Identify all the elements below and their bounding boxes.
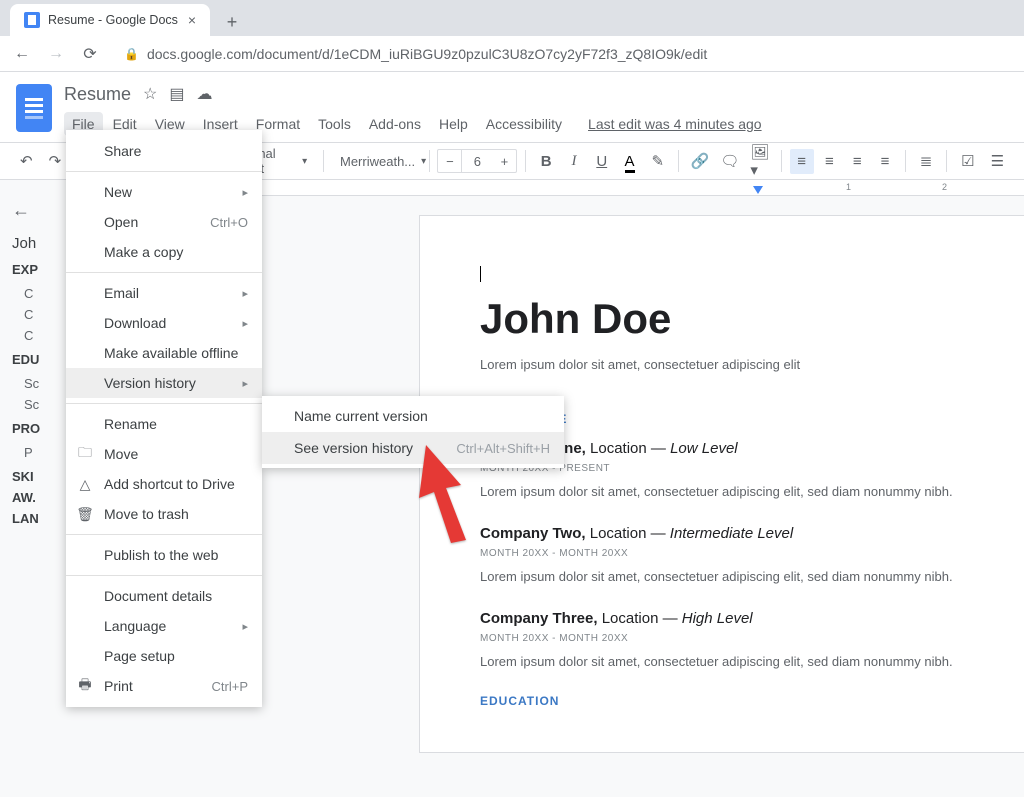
docs-favicon-icon xyxy=(24,12,40,28)
file-details[interactable]: Document details xyxy=(66,581,262,611)
align-justify-icon[interactable]: ≡ xyxy=(873,149,897,174)
file-email[interactable]: Email▸ xyxy=(66,278,262,308)
file-offline[interactable]: Make available offline xyxy=(66,338,262,368)
last-edit-link[interactable]: Last edit was 4 minutes ago xyxy=(588,116,762,132)
url-text: docs.google.com/document/d/1eCDM_iuRiBGU… xyxy=(147,46,707,62)
lock-icon: 🔒 xyxy=(124,47,139,61)
close-tab-icon[interactable]: × xyxy=(188,12,196,28)
browser-tabstrip: Resume - Google Docs × + xyxy=(0,0,1024,36)
trash-icon: 🗑 xyxy=(76,506,94,523)
text-color-icon[interactable]: A xyxy=(618,149,642,174)
chevron-right-icon: ▸ xyxy=(242,317,248,330)
drive-shortcut-icon: △ xyxy=(76,476,94,493)
file-rename[interactable]: Rename xyxy=(66,409,262,439)
text-cursor xyxy=(480,266,481,282)
font-size-value[interactable]: 6 xyxy=(462,154,492,169)
file-version-history[interactable]: Version history▸ xyxy=(66,368,262,398)
back-icon[interactable]: ← xyxy=(12,45,32,63)
insert-image-icon[interactable]: 🖼▾ xyxy=(747,139,773,183)
menu-help[interactable]: Help xyxy=(431,112,476,136)
line-spacing-icon[interactable]: ≣ xyxy=(914,148,939,174)
decrease-font-icon[interactable]: − xyxy=(438,150,462,172)
version-history-submenu: Name current version See version history… xyxy=(262,396,564,468)
undo-icon[interactable]: ↶ xyxy=(14,148,39,174)
docs-header: Resume ☆ ▤ ☁ File Edit View Insert Forma… xyxy=(0,72,1024,136)
print-icon: 🖶 xyxy=(76,674,94,698)
name-current-version[interactable]: Name current version xyxy=(262,400,564,432)
file-trash[interactable]: 🗑Move to trash xyxy=(66,499,262,529)
see-version-history[interactable]: See version historyCtrl+Alt+Shift+H xyxy=(262,432,564,464)
file-make-copy[interactable]: Make a copy xyxy=(66,237,262,267)
file-new[interactable]: New▸ xyxy=(66,177,262,207)
file-menu-dropdown: Share New▸ OpenCtrl+O Make a copy Email▸… xyxy=(66,130,262,707)
menu-addons[interactable]: Add-ons xyxy=(361,112,429,136)
redo-icon[interactable]: ↷ xyxy=(43,148,68,174)
ruler-indent-marker-icon[interactable] xyxy=(753,186,763,194)
highlight-icon[interactable]: ✎ xyxy=(645,148,670,174)
add-comment-icon[interactable]: 🗨 xyxy=(717,148,743,174)
document-title[interactable]: Resume xyxy=(64,84,131,105)
browser-address-bar: ← → ⟳ 🔒 docs.google.com/document/d/1eCDM… xyxy=(0,36,1024,72)
horizontal-ruler[interactable]: 1 2 3 4 xyxy=(200,180,1024,196)
underline-icon[interactable]: U xyxy=(590,149,614,174)
document-page[interactable]: John Doe Lorem ipsum dolor sit amet, con… xyxy=(420,216,1024,752)
file-move[interactable]: 🗀Move xyxy=(66,439,262,469)
menu-accessibility[interactable]: Accessibility xyxy=(478,112,570,136)
new-tab-button[interactable]: + xyxy=(218,8,246,36)
chevron-right-icon: ▸ xyxy=(242,620,248,633)
url-field[interactable]: 🔒 docs.google.com/document/d/1eCDM_iuRiB… xyxy=(114,46,1012,62)
chevron-right-icon: ▸ xyxy=(242,377,248,390)
file-add-shortcut[interactable]: △Add shortcut to Drive xyxy=(66,469,262,499)
align-left-icon[interactable]: ≡ xyxy=(790,149,814,174)
checklist-icon[interactable]: ☑ xyxy=(955,148,980,174)
job-entry: Company Three, Location — High Level MON… xyxy=(480,610,1024,673)
file-open[interactable]: OpenCtrl+O xyxy=(66,207,262,237)
doc-subtitle: Lorem ipsum dolor sit amet, consectetuer… xyxy=(480,357,1024,372)
chevron-right-icon: ▸ xyxy=(242,287,248,300)
italic-icon[interactable]: I xyxy=(562,149,586,174)
file-download[interactable]: Download▸ xyxy=(66,308,262,338)
font-family-dropdown[interactable]: Merriweath...▾ xyxy=(332,150,421,173)
doc-heading-name: John Doe xyxy=(480,295,1024,343)
job-entry: Company Two, Location — Intermediate Lev… xyxy=(480,525,1024,588)
docs-logo-icon[interactable] xyxy=(16,84,52,132)
folder-move-icon: 🗀 xyxy=(76,442,94,466)
section-education: EDUCATION xyxy=(480,694,1024,708)
file-print[interactable]: 🖶PrintCtrl+P xyxy=(66,671,262,701)
forward-icon[interactable]: → xyxy=(46,45,66,63)
star-icon[interactable]: ☆ xyxy=(143,84,157,104)
menu-tools[interactable]: Tools xyxy=(310,112,359,136)
ruler-mark: 2 xyxy=(942,182,947,192)
canvas: 1 2 3 4 John Doe Lorem ipsum dolor sit a… xyxy=(200,180,1024,797)
ruler-mark: 1 xyxy=(846,182,851,192)
file-page-setup[interactable]: Page setup xyxy=(66,641,262,671)
bold-icon[interactable]: B xyxy=(534,149,558,174)
increase-font-icon[interactable]: + xyxy=(492,150,516,172)
insert-link-icon[interactable]: 🔗 xyxy=(687,148,713,174)
font-size-stepper[interactable]: − 6 + xyxy=(437,149,517,173)
cloud-status-icon[interactable]: ☁ xyxy=(197,84,213,104)
browser-tab[interactable]: Resume - Google Docs × xyxy=(10,4,210,36)
move-folder-icon[interactable]: ▤ xyxy=(169,84,184,104)
chevron-right-icon: ▸ xyxy=(242,186,248,199)
bulleted-list-icon[interactable]: ☰ xyxy=(985,148,1010,174)
file-share[interactable]: Share xyxy=(66,136,262,166)
reload-icon[interactable]: ⟳ xyxy=(80,44,100,64)
file-language[interactable]: Language▸ xyxy=(66,611,262,641)
file-publish[interactable]: Publish to the web xyxy=(66,540,262,570)
align-right-icon[interactable]: ≡ xyxy=(845,149,869,174)
align-center-icon[interactable]: ≡ xyxy=(818,149,842,174)
tab-title: Resume - Google Docs xyxy=(48,13,178,27)
